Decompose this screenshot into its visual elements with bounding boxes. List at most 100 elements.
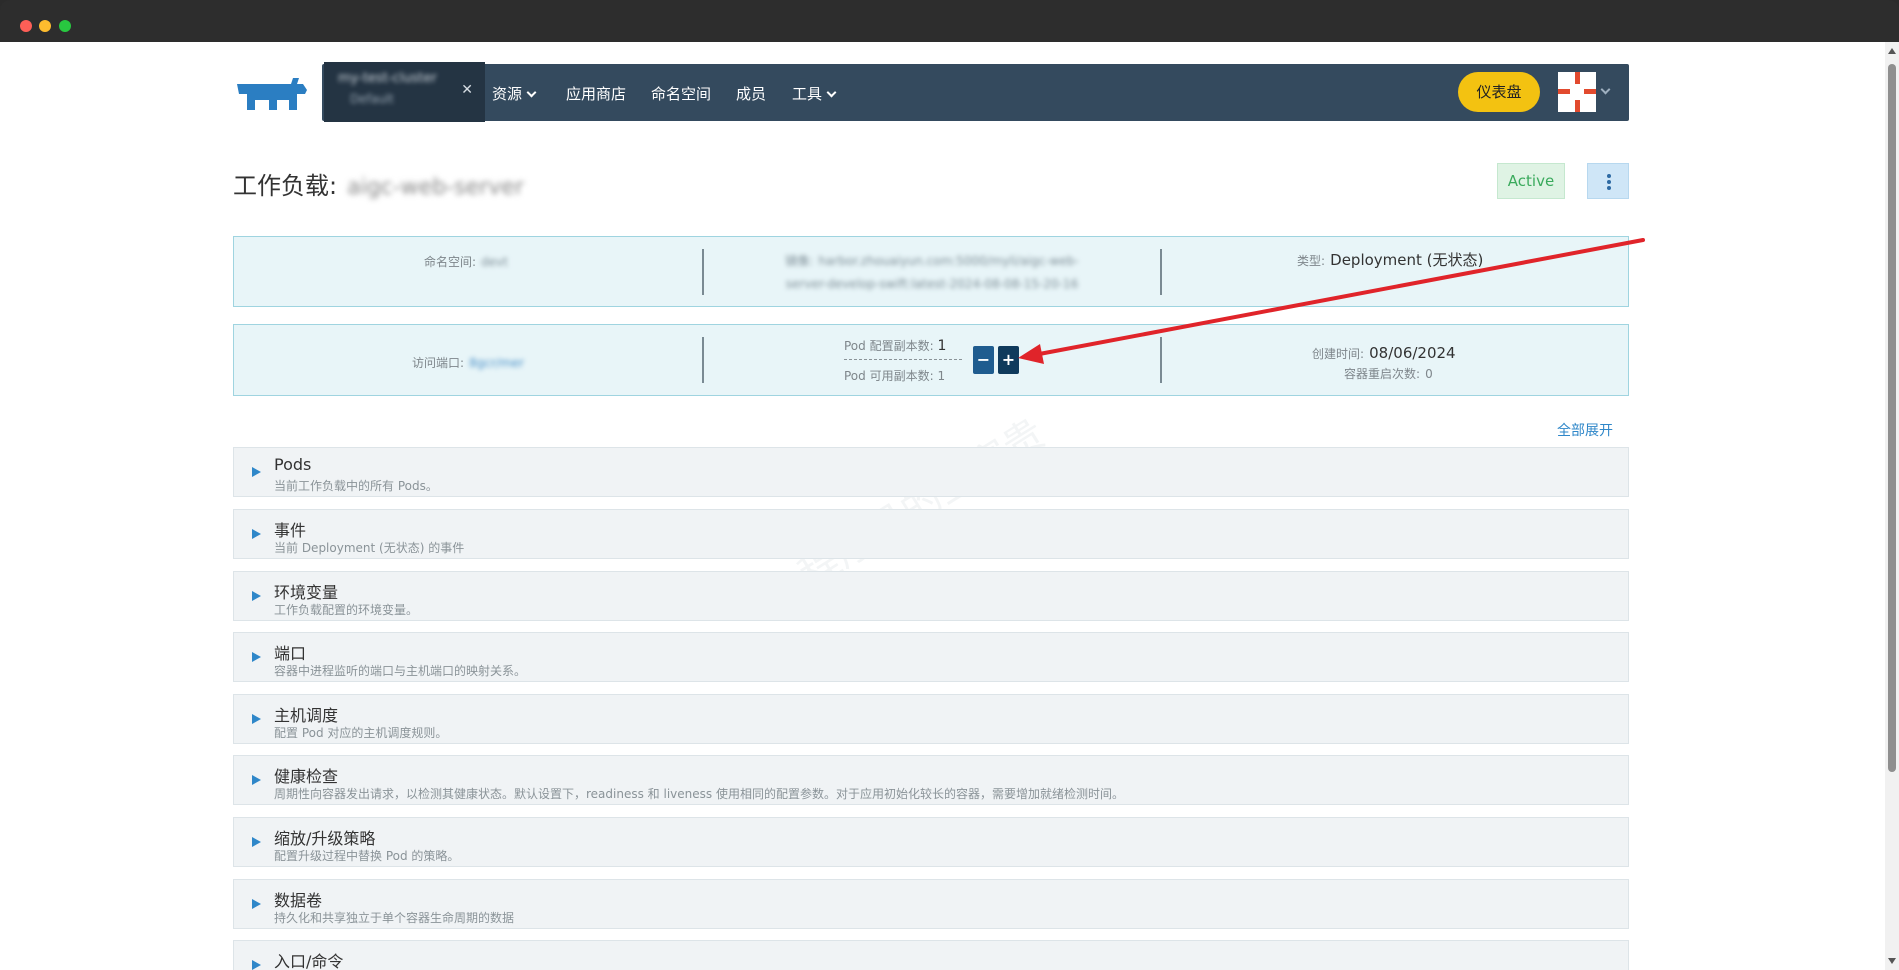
image-value-line2: server-develop-swift:latest-2024-08-08-1… xyxy=(785,277,1079,291)
nav-item-members[interactable]: 成员 xyxy=(736,83,766,104)
top-navbar: my-test-cluster Default ✕ 资源 应用商店 命名空间 成… xyxy=(322,62,1629,122)
section-title: 事件 xyxy=(274,521,307,540)
maximize-window-button[interactable] xyxy=(59,20,71,32)
expand-arrow-icon[interactable] xyxy=(252,652,261,662)
section-events[interactable]: 事件 当前 Deployment (无状态) 的事件 xyxy=(233,509,1629,559)
replica-config-value: 1 xyxy=(937,338,947,354)
scroll-up-icon[interactable] xyxy=(1888,48,1896,54)
namespace-value: devt xyxy=(481,255,508,269)
decrease-replica-button[interactable]: − xyxy=(973,346,994,374)
namespace-label: 命名空间: xyxy=(424,255,477,269)
chevron-down-icon[interactable] xyxy=(1600,84,1611,95)
section-desc: 配置 Pod 对应的主机调度规则。 xyxy=(274,726,448,740)
type-cell: 类型: Deployment (无状态) xyxy=(1162,237,1630,306)
namespace-cell: 命名空间: devt xyxy=(234,237,702,306)
section-title: 缩放/升级策略 xyxy=(274,829,376,848)
section-title: 主机调度 xyxy=(274,706,339,725)
port-link[interactable]: 8gcr/mer xyxy=(469,356,524,370)
section-title: 环境变量 xyxy=(274,583,339,602)
nav-item-label: 工具 xyxy=(792,85,823,103)
expand-arrow-icon[interactable] xyxy=(252,529,261,539)
nav-item-label: 命名空间 xyxy=(651,85,712,103)
close-window-button[interactable] xyxy=(20,20,32,32)
increase-replica-button[interactable]: + xyxy=(998,346,1019,374)
section-title: Pods xyxy=(274,455,312,474)
window-titlebar xyxy=(0,0,1899,42)
nav-item-label: 成员 xyxy=(736,85,767,103)
scroll-down-icon[interactable] xyxy=(1888,958,1896,964)
nav-item-namespaces[interactable]: 命名空间 xyxy=(651,83,711,104)
scrollbar-thumb[interactable] xyxy=(1888,64,1896,772)
rancher-logo-icon[interactable] xyxy=(233,74,311,114)
section-desc: 周期性向容器发出请求，以检测其健康状态。默认设置下，readiness 和 li… xyxy=(274,787,1124,801)
expand-arrow-icon[interactable] xyxy=(252,467,261,477)
replica-config-label: Pod 配置副本数: xyxy=(844,339,934,353)
section-pods[interactable]: Pods 当前工作负载中的所有 Pods。 xyxy=(233,447,1629,497)
section-health-check[interactable]: 健康检查 周期性向容器发出请求，以检测其健康状态。默认设置下，readiness… xyxy=(233,755,1629,805)
created-label: 创建时间: xyxy=(1312,347,1365,361)
section-volumes[interactable]: 数据卷 持久化和共享独立于单个容器生命周期的数据 xyxy=(233,879,1629,929)
section-ports[interactable]: 端口 容器中进程监听的端口与主机端口的映射关系。 xyxy=(233,632,1629,682)
section-desc: 持久化和共享独立于单个容器生命周期的数据 xyxy=(274,911,515,925)
vertical-scrollbar[interactable] xyxy=(1885,42,1899,970)
nav-item-tools[interactable]: 工具 xyxy=(792,83,837,104)
section-title: 健康检查 xyxy=(274,767,339,786)
section-desc: 当前工作负载中的所有 Pods。 xyxy=(274,479,438,493)
title-prefix: 工作负载: xyxy=(233,172,338,200)
nav-item-app-store[interactable]: 应用商店 xyxy=(566,83,626,104)
port-cell: 访问端口: 8gcr/mer xyxy=(234,325,702,395)
cluster-switcher[interactable]: my-test-cluster Default ✕ xyxy=(324,62,485,122)
cluster-name: my-test-cluster xyxy=(338,71,437,86)
type-value: Deployment (无状态) xyxy=(1330,251,1484,269)
page-title: 工作负载: aigc-web-server xyxy=(233,166,524,201)
section-desc: 工作负载配置的环境变量。 xyxy=(274,603,419,617)
image-cell: 镜像: harbor.zhouaiyun.com:5000/myli/aigc-… xyxy=(704,237,1162,306)
expand-arrow-icon[interactable] xyxy=(252,837,261,847)
section-desc: 当前 Deployment (无状态) 的事件 xyxy=(274,541,465,555)
chevron-down-icon xyxy=(526,87,537,98)
nav-item-label: 应用商店 xyxy=(566,85,627,103)
replica-available: Pod 可用副本数: 1 xyxy=(844,367,945,384)
section-desc: 容器中进程监听的端口与主机端口的映射关系。 xyxy=(274,664,527,678)
expand-arrow-icon[interactable] xyxy=(252,899,261,909)
minimize-window-button[interactable] xyxy=(39,20,51,32)
type-label: 类型: xyxy=(1297,254,1326,268)
section-title: 端口 xyxy=(274,644,307,663)
replica-config: Pod 配置副本数: 1 xyxy=(844,337,946,354)
replica-available-label: Pod 可用副本数: xyxy=(844,369,934,383)
expand-arrow-icon[interactable] xyxy=(252,714,261,724)
restart-label: 容器重启次数: xyxy=(1344,367,1421,381)
nav-item-label: 资源 xyxy=(492,85,523,103)
expand-arrow-icon[interactable] xyxy=(252,775,261,785)
created-value: 08/06/2024 xyxy=(1369,344,1456,362)
replica-available-value: 1 xyxy=(937,369,946,383)
status-badge: Active xyxy=(1497,163,1565,199)
avatar[interactable] xyxy=(1558,72,1596,112)
dashboard-button[interactable]: 仪表盘 xyxy=(1458,72,1540,112)
cluster-project: Default xyxy=(350,92,394,106)
section-scheduling[interactable]: 主机调度 配置 Pod 对应的主机调度规则。 xyxy=(233,694,1629,744)
section-entrypoint[interactable]: 入口/命令 xyxy=(233,940,1629,970)
workload-name: aigc-web-server xyxy=(347,175,524,200)
replica-divider xyxy=(844,359,962,360)
section-title: 数据卷 xyxy=(274,891,323,910)
section-desc: 配置升级过程中替换 Pod 的策略。 xyxy=(274,849,460,863)
restart-value: 0 xyxy=(1425,367,1433,381)
workload-info-row-2: 访问端口: 8gcr/mer Pod 配置副本数: 1 Pod 可用副本数: 1… xyxy=(233,324,1629,396)
expand-arrow-icon[interactable] xyxy=(252,591,261,601)
section-title: 入口/命令 xyxy=(274,952,344,970)
browser-viewport: my-test-cluster Default ✕ 资源 应用商店 命名空间 成… xyxy=(0,42,1899,970)
chevron-down-icon xyxy=(826,87,837,98)
more-actions-button[interactable] xyxy=(1587,163,1629,199)
nav-item-resources[interactable]: 资源 xyxy=(492,83,537,104)
close-icon[interactable]: ✕ xyxy=(461,82,473,98)
image-label: 镜像: xyxy=(785,254,814,268)
section-scaling-upgrade[interactable]: 缩放/升级策略 配置升级过程中替换 Pod 的策略。 xyxy=(233,817,1629,867)
port-label: 访问端口: xyxy=(412,356,465,370)
workload-info-row-1: 命名空间: devt 镜像: harbor.zhouaiyun.com:5000… xyxy=(233,236,1629,307)
expand-all-link[interactable]: 全部展开 xyxy=(1557,420,1613,440)
section-env-vars[interactable]: 环境变量 工作负载配置的环境变量。 xyxy=(233,571,1629,621)
image-value-line1: harbor.zhouaiyun.com:5000/myli/aigc-web- xyxy=(818,254,1079,268)
expand-arrow-icon[interactable] xyxy=(252,960,261,970)
created-cell: 创建时间: 08/06/2024 容器重启次数: 0 xyxy=(1162,325,1630,395)
